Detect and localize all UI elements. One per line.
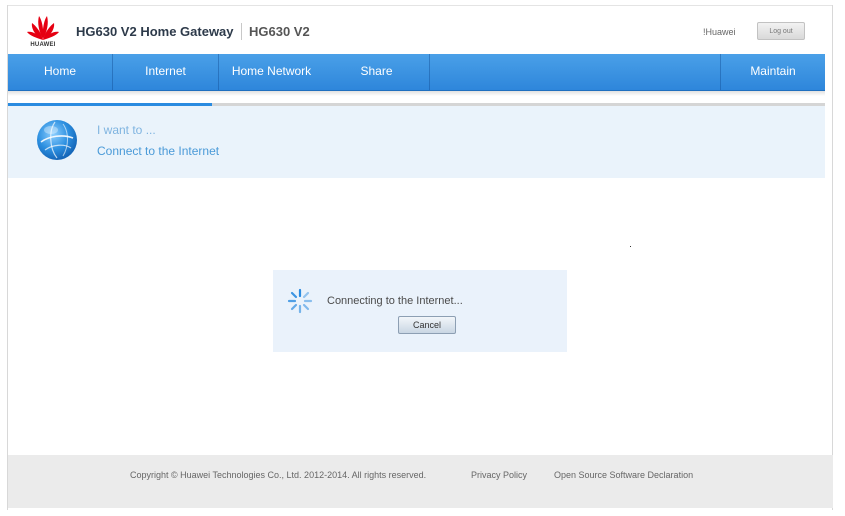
logout-button[interactable]: Log out xyxy=(757,22,805,40)
privacy-policy-link[interactable]: Privacy Policy xyxy=(471,470,527,480)
nav-item-maintain[interactable]: Maintain xyxy=(721,54,825,90)
connecting-dialog: Connecting to the Internet... Cancel xyxy=(273,270,567,352)
nav-shadow xyxy=(8,91,825,96)
nav-item-internet[interactable]: Internet xyxy=(113,54,218,90)
wizard-task-label: Connect to the Internet xyxy=(97,144,220,158)
nav-item-home[interactable]: Home xyxy=(8,54,112,90)
copyright-text: Copyright © Huawei Technologies Co., Ltd… xyxy=(130,470,427,480)
wizard-intro-label: I want to ... xyxy=(97,123,156,137)
nav-divider xyxy=(429,54,430,90)
title-separator xyxy=(241,23,242,40)
open-source-declaration-link[interactable]: Open Source Software Declaration xyxy=(554,470,693,480)
globe-icon xyxy=(35,118,79,162)
user-name: !Huawei xyxy=(703,27,736,37)
footer: Copyright © Huawei Technologies Co., Ltd… xyxy=(8,455,833,508)
frame-right-line xyxy=(832,5,833,510)
main-nav: Home Internet Home Network Share Maintai… xyxy=(8,54,825,91)
connecting-message: Connecting to the Internet... xyxy=(327,295,463,307)
wizard-banner: I want to ... Connect to the Internet xyxy=(8,106,825,178)
huawei-logo: HUAWEI xyxy=(26,12,60,52)
nav-item-share[interactable]: Share xyxy=(324,54,429,90)
brand-logo-text: HUAWEI xyxy=(30,42,56,48)
spinner-icon xyxy=(287,288,313,314)
cancel-button[interactable]: Cancel xyxy=(398,316,456,334)
stray-dot xyxy=(630,246,631,247)
nav-item-home-network[interactable]: Home Network xyxy=(219,54,324,90)
product-model: HG630 V2 xyxy=(249,24,310,39)
header: HUAWEI HG630 V2 Home Gateway HG630 V2 !H… xyxy=(8,6,832,54)
product-title: HG630 V2 Home Gateway xyxy=(76,24,234,39)
huawei-petal-icon xyxy=(27,16,59,40)
